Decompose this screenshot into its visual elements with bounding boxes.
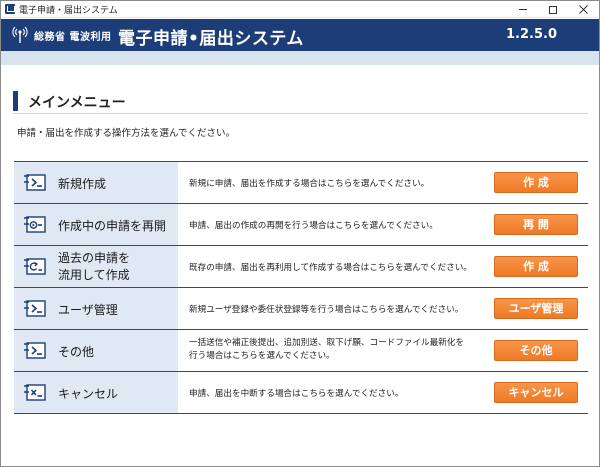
menu-row-description: 申請、届出を中断する場合はこちらを選んでください。 [189, 389, 404, 399]
antenna-icon [12, 26, 28, 43]
cancel-document-icon [24, 384, 46, 401]
menu-row-description: 既存の申請、届出を再利用して作成する場合はこちらを選んでください。 [189, 263, 472, 273]
other-document-icon [24, 342, 46, 359]
cancel-button[interactable]: キャンセル [494, 382, 578, 403]
heading-divider [13, 113, 588, 114]
menu-row-description: 申請、届出の作成の再開を行う場合はこちらを選んでください。 [189, 221, 438, 231]
menu-row-description: 一括送信や補正後提出、追加別送、取下げ願、コードファイル最新化を 行う場合はこち… [189, 338, 465, 361]
user-management-button[interactable]: ユーザ管理 [494, 298, 578, 319]
minimize-button[interactable] [508, 1, 538, 18]
menu-row-title: ユーザ管理 [58, 303, 118, 317]
reuse-document-icon [24, 258, 46, 275]
section-title: メインメニュー [28, 95, 126, 111]
menu-row-head: 新規作成 [14, 162, 178, 203]
menu-row-resume: 作成中の申請を再開 申請、届出の作成の再開を行う場合はこちらを選んでください。 … [14, 204, 588, 246]
heading-marker [13, 91, 18, 111]
title-bar[interactable]: 電子申請・届出システム [1, 1, 599, 18]
maximize-icon [549, 5, 557, 14]
menu-row-new: 新規作成 新規に申請、届出を作成する場合はこちらを選んでください。 作 成 [14, 162, 588, 204]
app-window: 電子申請・届出システム 総務省 電波利用 電子申請•届出システム 1.2.5.0… [0, 0, 600, 467]
menu-row-description: 新規ユーザ登録や委任状登録等を行う場合はこちらを選んでください。 [189, 305, 464, 315]
menu-row-cancel: キャンセル 申請、届出を中断する場合はこちらを選んでください。 キャンセル [14, 372, 588, 414]
resume-document-icon [24, 216, 46, 233]
menu-row-head: キャンセル [14, 372, 178, 413]
main-menu: 新規作成 新規に申請、届出を作成する場合はこちらを選んでください。 作 成 作成… [14, 161, 588, 414]
header-subbar [1, 51, 599, 65]
close-icon [578, 5, 588, 14]
version-label: 1.2.5.0 [506, 27, 557, 42]
menu-row-head: ユーザ管理 [14, 288, 178, 329]
close-button[interactable] [568, 1, 598, 18]
menu-row-head: 作成中の申請を再開 [14, 204, 178, 245]
maximize-button[interactable] [538, 1, 568, 18]
window-title: 電子申請・届出システム [19, 6, 118, 16]
resume-button[interactable]: 再 開 [494, 214, 578, 235]
menu-row-description: 新規に申請、届出を作成する場合はこちらを選んでください。 [189, 179, 430, 189]
new-document-icon [24, 174, 46, 191]
menu-row-reuse: 過去の申請を 流用して作成 既存の申請、届出を再利用して作成する場合はこちらを選… [14, 246, 588, 288]
ministry-label: 総務省 電波利用 [34, 32, 112, 43]
reuse-create-button[interactable]: 作 成 [494, 256, 578, 277]
menu-row-title: 作成中の申請を再開 [58, 219, 167, 233]
instruction-text: 申請・届出を作成する操作方法を選んでください。 [17, 128, 236, 139]
menu-row-head: 過去の申請を 流用して作成 [14, 246, 178, 287]
app-icon [5, 4, 15, 14]
menu-row-other: その他 一括送信や補正後提出、追加別送、取下げ願、コードファイル最新化を 行う場… [14, 330, 588, 372]
create-new-button[interactable]: 作 成 [494, 172, 578, 193]
menu-row-title: キャンセル [58, 387, 119, 401]
other-button[interactable]: その他 [494, 340, 578, 361]
menu-row-title: 新規作成 [58, 177, 107, 191]
system-title: 電子申請•届出システム [118, 29, 304, 49]
menu-row-title: 過去の申請を 流用して作成 [58, 251, 131, 282]
user-management-icon [24, 300, 46, 317]
menu-row-head: その他 [14, 330, 178, 371]
minimize-icon [519, 9, 527, 10]
app-header: 総務省 電波利用 電子申請•届出システム 1.2.5.0 [1, 19, 599, 51]
menu-row-user: ユーザ管理 新規ユーザ登録や委任状登録等を行う場合はこちらを選んでください。 ユ… [14, 288, 588, 330]
menu-row-title: その他 [58, 345, 95, 359]
